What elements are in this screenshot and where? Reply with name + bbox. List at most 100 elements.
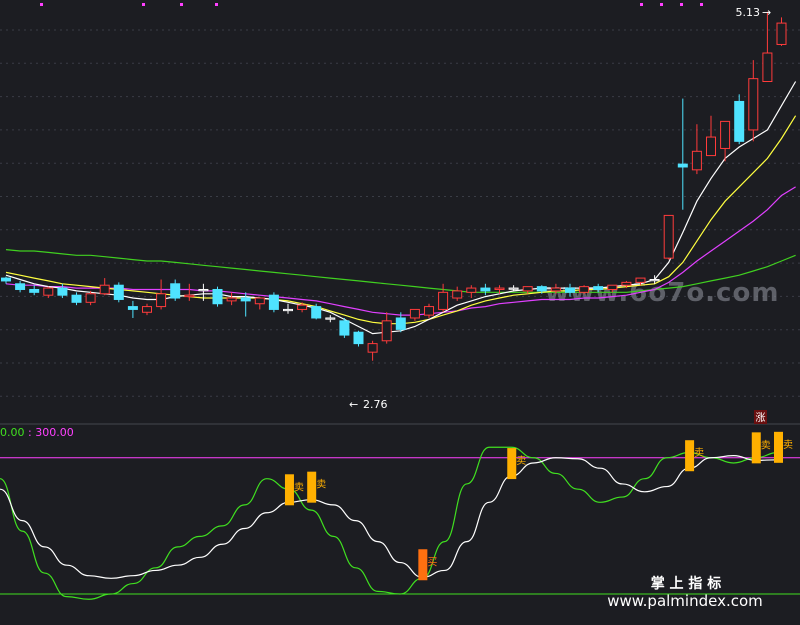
candle (283, 303, 293, 314)
candle (226, 292, 237, 306)
candle-body (142, 306, 152, 313)
sell-signal-bar (751, 432, 761, 464)
candle-body (127, 306, 138, 310)
top-marker (142, 3, 145, 6)
candle-body (113, 284, 124, 300)
sell-signal-bar (507, 448, 517, 480)
candle-body (424, 306, 434, 316)
low-price-arrow: ← (349, 398, 358, 411)
candle-body (339, 320, 350, 336)
candle-body (1, 277, 11, 282)
candle (325, 315, 336, 323)
candle (762, 11, 773, 83)
candle-body (466, 287, 477, 293)
candle (367, 340, 378, 361)
indicator-header-sep: : (25, 426, 36, 439)
candle-body (184, 294, 195, 298)
candle (677, 98, 688, 210)
candle (691, 124, 702, 175)
footer-url: www.palmindex.com (607, 592, 763, 610)
candle (409, 308, 420, 321)
candle-body (635, 277, 646, 283)
candle (15, 280, 26, 293)
candle (1, 276, 11, 284)
low-price-label: 2.76 (363, 398, 388, 411)
candle (57, 283, 68, 299)
candle-body (353, 331, 364, 345)
candles (1, 11, 787, 361)
candle-body (311, 306, 322, 319)
candle-body (381, 320, 392, 342)
candle-body (776, 22, 787, 45)
candle (170, 279, 181, 301)
candle-body (508, 287, 519, 290)
high-price-arrow: → (762, 6, 771, 19)
candle-body (720, 120, 731, 149)
stock-chart: www.6o7o.com 5.13 → ← 2.76 涨 0.00 : 300.… (0, 3, 800, 610)
candle-body (480, 287, 491, 292)
sell-signal-label: 卖 (316, 479, 326, 491)
candle-body (254, 297, 265, 305)
sell-signal-label: 卖 (761, 439, 771, 451)
candle (734, 94, 745, 145)
candle (113, 282, 124, 303)
candle (776, 17, 787, 46)
candle-body (409, 308, 420, 319)
candle-body (452, 290, 463, 299)
candle (142, 303, 152, 316)
candle (353, 330, 364, 347)
indicator-header: 0.00 : 300.00 (0, 426, 74, 439)
candle (99, 278, 110, 296)
candle (156, 279, 167, 310)
top-marker (40, 3, 43, 6)
candle-body (99, 284, 110, 295)
candle (748, 60, 759, 142)
candle-body (691, 150, 702, 171)
candle-body (649, 279, 660, 282)
sell-signal-bar (685, 440, 695, 472)
candle (480, 283, 491, 296)
indicator-header-max: 300.00 (35, 426, 74, 439)
candle-body (522, 286, 533, 292)
top-marker (660, 3, 663, 6)
candle-body (395, 317, 406, 330)
candle (663, 214, 674, 260)
candle-body (550, 287, 561, 292)
price-grid (0, 3, 800, 397)
candle (438, 283, 449, 313)
candle-body (240, 297, 251, 302)
candle (29, 285, 40, 296)
buy-signal-label: 买 (427, 556, 437, 568)
candle (381, 312, 392, 344)
top-marker (180, 3, 183, 6)
candle (254, 297, 265, 310)
candle (424, 303, 434, 318)
candle-body (579, 286, 590, 293)
candle (127, 300, 138, 318)
sell-signal-bar (774, 431, 783, 463)
footer-label: 掌 上 指 标 (651, 575, 722, 592)
candle (212, 286, 223, 307)
top-marker (640, 3, 643, 6)
candle-body (677, 163, 688, 168)
candle (706, 115, 716, 157)
candle-body (565, 287, 575, 293)
candle-body (85, 293, 96, 303)
top-marker (680, 3, 683, 6)
indicator-header-min: 0.00 (0, 426, 25, 439)
candle (184, 283, 195, 301)
candle-body (226, 297, 237, 302)
sell-signal-label: 卖 (516, 455, 526, 467)
high-price-label: 5.13 (736, 6, 761, 19)
candle (452, 286, 463, 301)
sell-signal-label: 卖 (694, 447, 704, 459)
candle-body (494, 287, 505, 290)
candle-body (607, 284, 618, 290)
candle (268, 292, 279, 313)
candle-body (762, 52, 773, 83)
sell-signal-bar (284, 474, 294, 506)
buy-signal: 买 (418, 549, 437, 581)
sell-signal-label: 卖 (294, 481, 304, 493)
top-marker (215, 3, 218, 6)
candle-body (706, 136, 716, 157)
